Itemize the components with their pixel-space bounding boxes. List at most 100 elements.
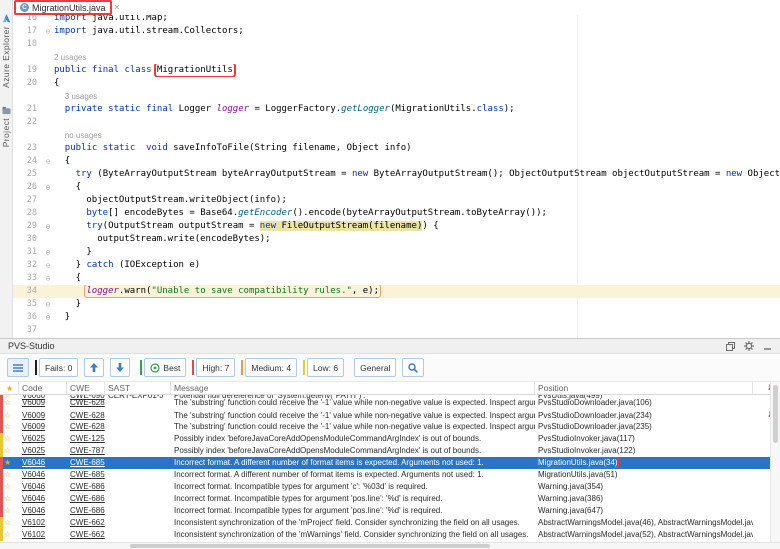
code-line[interactable]: 19public final class MigrationUtils [13, 64, 780, 77]
cwe-link[interactable]: CWE-685 [67, 469, 105, 481]
tab-close-icon[interactable]: ✕ [114, 3, 121, 12]
code-line[interactable]: 27objectOutputStream.writeObject(info); [13, 194, 780, 207]
fold-marker-icon[interactable]: ⊖ [42, 155, 54, 168]
cwe-link[interactable]: CWE-125 [67, 433, 105, 445]
issue-row[interactable]: ☆V6046CWE-685Incorrect format. A differe… [0, 469, 780, 481]
vertical-scrollbar[interactable] [770, 382, 780, 545]
code-line[interactable]: 34logger.warn("Unable to save compatibil… [13, 285, 780, 298]
code-line[interactable]: 30outputStream.write(encodeBytes); [13, 233, 780, 246]
code-line[interactable]: 16import java.util.Map; [13, 15, 780, 25]
issue-code-link[interactable]: V6009 [19, 397, 67, 409]
tab-migrationutils[interactable]: C MigrationUtils.java [15, 1, 111, 14]
column-header-cwe[interactable]: CWE [67, 382, 105, 395]
code-line[interactable]: 33⊖{ [13, 272, 780, 285]
cwe-link[interactable]: CWE-628 [67, 421, 105, 433]
issue-position[interactable]: PvsStudioDownloader.java(106) [535, 397, 753, 409]
issue-row[interactable]: ☆V6102CWE-662Inconsistent synchronizatio… [0, 529, 780, 541]
sidebar-item-azure-explorer[interactable]: Azure Explorer [1, 14, 11, 88]
vertical-scrollbar-thumb[interactable] [773, 385, 778, 443]
favorite-star-icon[interactable]: ☆ [3, 517, 19, 529]
favorite-star-icon[interactable]: ☆ [3, 529, 19, 541]
general-filter-button[interactable]: General [354, 358, 396, 377]
code-line[interactable]: 37 [13, 324, 780, 337]
code-line[interactable]: 23public static void saveInfoToFile(Stri… [13, 142, 780, 155]
issue-code-link[interactable]: V6102 [19, 517, 67, 529]
column-header-sast[interactable]: SAST [105, 382, 171, 395]
code-line[interactable]: 20{ [13, 77, 780, 90]
sidebar-item-project[interactable]: Project [1, 106, 11, 147]
inlay-hint-row[interactable]: no usages [13, 129, 780, 142]
issue-code-link[interactable]: V6102 [19, 529, 67, 541]
fold-marker-icon[interactable]: ⊖ [42, 259, 54, 272]
favorite-star-icon[interactable]: ☆ [3, 445, 19, 457]
favorite-star-icon[interactable]: ☆ [3, 469, 19, 481]
header-star-icon[interactable]: ★ [3, 382, 19, 395]
favorite-star-icon[interactable]: ☆ [3, 493, 19, 505]
issue-position[interactable]: PvsStudioInvoker.java(117) [535, 433, 753, 445]
issue-position[interactable]: Warning.java(647) [535, 505, 753, 517]
favorite-star-icon[interactable]: ☆ [3, 505, 19, 517]
issue-code-link[interactable]: V6046 [19, 469, 67, 481]
issue-row[interactable]: ☆V6102CWE-662Inconsistent synchronizatio… [0, 517, 780, 529]
issue-row[interactable]: ☆V6009CWE-628The 'substring' function co… [0, 421, 780, 433]
minimize-icon[interactable] [763, 342, 772, 351]
best-filter-button[interactable]: Best [144, 358, 186, 377]
favorite-star-icon[interactable]: ☆ [3, 481, 19, 493]
fails-filter-button[interactable]: Fails: 0 [39, 358, 78, 377]
cwe-link[interactable]: CWE-686 [67, 481, 105, 493]
high-filter-button[interactable]: High: 7 [196, 358, 235, 377]
fold-marker-icon[interactable]: ⊖ [42, 220, 54, 233]
horizontal-scrollbar[interactable] [0, 542, 780, 549]
code-line[interactable]: 17⊖import java.util.stream.Collectors; [13, 25, 780, 38]
medium-filter-button[interactable]: Medium: 4 [245, 358, 297, 377]
code-line[interactable]: 21private static final Logger logger = L… [13, 103, 780, 116]
fold-marker-icon[interactable]: ⊖ [42, 25, 54, 38]
fold-marker-icon[interactable]: ⊖ [42, 272, 54, 285]
code-line[interactable]: 22 [13, 116, 780, 129]
code-line[interactable]: 31⊖} [13, 246, 780, 259]
issue-code-link[interactable]: V6025 [19, 433, 67, 445]
favorite-star-icon[interactable]: ☆ [3, 397, 19, 409]
cwe-link[interactable]: CWE-662 [67, 517, 105, 529]
favorite-star-icon[interactable]: ☆ [3, 421, 19, 433]
issue-position[interactable]: MigrationUtils.java(51) [535, 469, 753, 481]
settings-gear-icon[interactable] [744, 341, 754, 351]
issue-row[interactable]: ☆V6046CWE-686Incorrect format. Incompati… [0, 505, 780, 517]
code-editor[interactable]: 16import java.util.Map;17⊖import java.ut… [13, 15, 780, 338]
issue-position[interactable]: AbstractWarningsModel.java(46), Abstract… [535, 517, 753, 529]
code-line[interactable]: 25try (ByteArrayOutputStream byteArrayOu… [13, 168, 780, 181]
issue-position[interactable]: PvsStudioDownloader.java(235) [535, 421, 753, 433]
column-header-message[interactable]: Message [171, 382, 535, 395]
issue-code-link[interactable]: V6025 [19, 445, 67, 457]
cwe-link[interactable]: CWE-787 [67, 445, 105, 457]
cwe-link[interactable]: CWE-662 [67, 529, 105, 541]
code-line[interactable]: 18 [13, 38, 780, 51]
next-arrow-button[interactable] [110, 358, 130, 377]
issue-position[interactable]: PvsStudioInvoker.java(122) [535, 445, 753, 457]
issue-row[interactable]: ☆V6025CWE-125Possibly index 'beforeJavaC… [0, 433, 780, 445]
low-filter-button[interactable]: Low: 6 [307, 358, 344, 377]
code-line[interactable]: 36⊖} [13, 311, 780, 324]
issue-position[interactable]: AbstractWarningsModel.java(52), Abstract… [535, 529, 753, 541]
issue-code-link[interactable]: V6046 [19, 505, 67, 517]
inlay-hint-row[interactable]: 2 usages [13, 51, 780, 64]
code-line[interactable]: 24⊖{ [13, 155, 780, 168]
column-header-code[interactable]: Code [19, 382, 67, 395]
issue-row[interactable]: ★V6046CWE-685Incorrect format. A differe… [0, 457, 780, 469]
code-line[interactable]: 28byte[] encodeBytes = Base64.getEncoder… [13, 207, 780, 220]
issue-position[interactable]: Warning.java(386) [535, 493, 753, 505]
fold-marker-icon[interactable]: ⊖ [42, 246, 54, 259]
code-line[interactable]: 29⊖try(OutputStream outputStream = new F… [13, 220, 780, 233]
code-line[interactable]: 35⊖} [13, 298, 780, 311]
issue-row[interactable]: ☆V6046CWE-686Incorrect format. Incompati… [0, 493, 780, 505]
cwe-link[interactable]: CWE-686 [67, 505, 105, 517]
issue-row[interactable]: ☆V6025CWE-787Possibly index 'beforeJavaC… [0, 445, 780, 457]
fold-marker-icon[interactable]: ⊖ [42, 298, 54, 311]
cwe-link[interactable]: CWE-685 [67, 457, 105, 469]
prev-arrow-button[interactable] [84, 358, 104, 377]
issue-code-link[interactable]: V6046 [19, 493, 67, 505]
code-line[interactable]: 32⊖} catch (IOException e) [13, 259, 780, 272]
cwe-link[interactable]: CWE-628 [67, 397, 105, 409]
fold-marker-icon[interactable]: ⊖ [42, 181, 54, 194]
search-button[interactable] [402, 358, 424, 377]
